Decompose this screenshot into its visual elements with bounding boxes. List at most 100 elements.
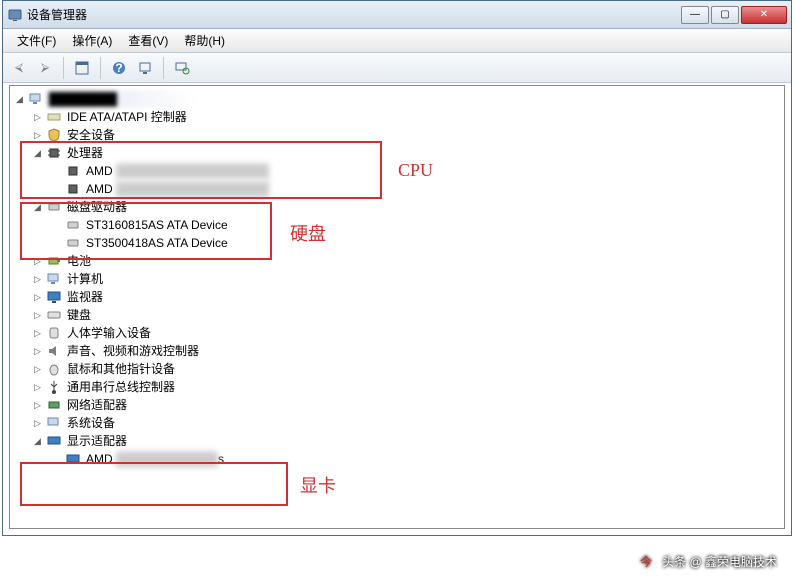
tree-category-display[interactable]: ◢ 显示适配器 [10,432,784,450]
usb-icon [46,379,62,395]
properties-icon [74,60,90,76]
tree-category[interactable]: ▷声音、视频和游戏控制器 [10,342,784,360]
minimize-button[interactable]: — [681,6,709,24]
expand-icon[interactable]: ▷ [32,292,43,303]
computer-icon [46,271,62,287]
separator [100,57,101,79]
tree-item[interactable]: AMD ██████████████████ [10,162,784,180]
collapse-icon[interactable]: ◢ [14,94,25,105]
category-label: IDE ATA/ATAPI 控制器 [65,108,189,126]
expand-icon[interactable]: ▷ [32,400,43,411]
tree-category[interactable]: ▷ 通用串行总线控制器 [10,378,784,396]
item-label: ST3160815AS ATA Device [84,216,230,234]
tree-category[interactable]: ▷ 网络适配器 [10,396,784,414]
tree-category[interactable]: ▷ 鼠标和其他指针设备 [10,360,784,378]
category-label: 键盘 [65,306,93,324]
menu-view[interactable]: 查看(V) [120,30,176,51]
expand-icon[interactable]: ▷ [32,256,43,267]
watermark: 今 头条 @ 鑫荣电脑技术 [636,551,777,571]
item-label: AMD ██████████████████ [84,180,271,198]
tree-item[interactable]: AMD ██████████████████ [10,180,784,198]
tree-root[interactable]: ◢ ████████ [10,90,784,108]
refresh-button[interactable] [170,56,194,80]
separator [63,57,64,79]
disk-icon [65,217,81,233]
toolbar: ⮘ ⮚ ? [3,53,791,83]
ide-icon [46,109,62,125]
watermark-text: 头条 @ 鑫荣电脑技术 [662,553,777,570]
menu-action[interactable]: 操作(A) [64,30,120,51]
device-tree[interactable]: ◢ ████████ ▷ IDE ATA/ATAPI 控制器 ▷ 安全设备 ◢ … [9,85,785,529]
scan-button[interactable] [133,56,157,80]
display-adapter-icon [65,451,81,467]
root-label: ████████ [47,90,197,108]
expand-icon[interactable]: ▷ [32,130,43,141]
expand-icon[interactable]: ▷ [32,364,43,375]
collapse-icon[interactable]: ◢ [32,436,43,447]
item-label: AMD ████████████s [84,450,226,468]
tree-category-cpu[interactable]: ◢ 处理器 [10,144,784,162]
collapse-icon[interactable]: ◢ [32,202,43,213]
device-manager-window: 设备管理器 — ▢ ✕ 文件(F) 操作(A) 查看(V) 帮助(H) ⮘ ⮚ … [2,0,792,536]
scan-icon [137,60,153,76]
expand-icon[interactable]: ▷ [32,382,43,393]
expand-icon[interactable]: ▷ [32,310,43,321]
category-label: 处理器 [65,144,105,162]
tree-category[interactable]: ▷ 计算机 [10,270,784,288]
category-label: 系统设备 [65,414,117,432]
category-label: 通用串行总线控制器 [65,378,177,396]
menubar: 文件(F) 操作(A) 查看(V) 帮助(H) [3,29,791,53]
tree-item[interactable]: ST3500418AS ATA Device [10,234,784,252]
item-label: ST3500418AS ATA Device [84,234,230,252]
expand-icon[interactable]: ▷ [32,328,43,339]
sound-icon [46,343,62,359]
cpu-icon [65,163,81,179]
hid-icon [46,325,62,341]
keyboard-icon [46,307,62,323]
forward-button[interactable]: ⮚ [33,56,57,80]
category-label: 安全设备 [65,126,117,144]
category-label: 鼠标和其他指针设备 [65,360,177,378]
category-label: 网络适配器 [65,396,129,414]
expand-icon[interactable]: ▷ [32,112,43,123]
tree-category[interactable]: ▷ 监视器 [10,288,784,306]
category-label: 计算机 [65,270,105,288]
app-icon [7,7,23,23]
window-title: 设备管理器 [27,6,679,23]
tree-category[interactable]: ▷ 系统设备 [10,414,784,432]
expand-icon[interactable]: ▷ [32,274,43,285]
expand-icon[interactable]: ▷ [32,418,43,429]
battery-icon [46,253,62,269]
monitor-refresh-icon [174,60,190,76]
collapse-icon[interactable]: ◢ [32,148,43,159]
tree-category[interactable]: ▷ 安全设备 [10,126,784,144]
maximize-button[interactable]: ▢ [711,6,739,24]
cpu-icon [46,145,62,161]
system-icon [46,415,62,431]
titlebar[interactable]: 设备管理器 — ▢ ✕ [3,1,791,29]
properties-button[interactable] [70,56,94,80]
help-button[interactable]: ? [107,56,131,80]
menu-help[interactable]: 帮助(H) [176,30,233,51]
tree-item[interactable]: ST3160815AS ATA Device [10,216,784,234]
back-button[interactable]: ⮘ [7,56,31,80]
menu-file[interactable]: 文件(F) [9,30,64,51]
tree-category[interactable]: ▷ 键盘 [10,306,784,324]
svg-text:?: ? [115,61,122,75]
svg-text:今: 今 [640,554,652,569]
tree-category[interactable]: ▷人体学输入设备 [10,324,784,342]
close-button[interactable]: ✕ [741,6,787,24]
computer-icon [28,91,44,107]
cpu-icon [65,181,81,197]
separator [163,57,164,79]
monitor-icon [46,289,62,305]
category-label: 电池 [65,252,93,270]
tree-category-disk[interactable]: ◢ 磁盘驱动器 [10,198,784,216]
disk-icon [46,199,62,215]
tree-item[interactable]: AMD ████████████s [10,450,784,468]
tree-category[interactable]: ▷ 电池 [10,252,784,270]
watermark-icon: 今 [636,551,656,571]
tree-category[interactable]: ▷ IDE ATA/ATAPI 控制器 [10,108,784,126]
expand-icon[interactable]: ▷ [32,346,43,357]
category-label: 监视器 [65,288,105,306]
